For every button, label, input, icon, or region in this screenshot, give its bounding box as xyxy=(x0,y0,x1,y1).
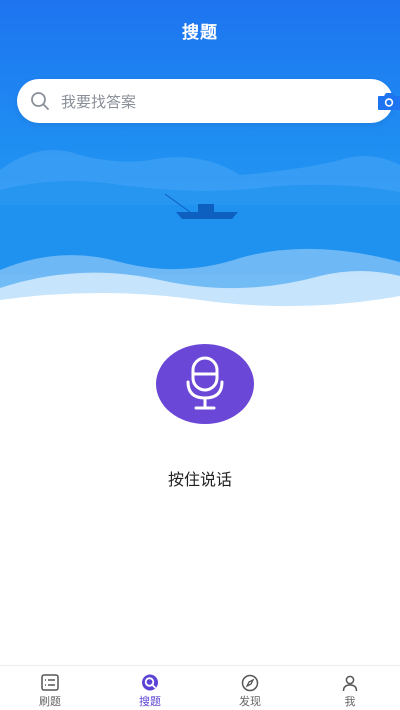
search-input[interactable]: 我要找答案 xyxy=(61,91,136,112)
tab-search-label: 搜题 xyxy=(139,695,161,708)
tab-discover-label: 发现 xyxy=(239,695,261,708)
list-icon xyxy=(40,673,60,693)
search-bubble-icon xyxy=(140,673,160,693)
tab-me[interactable]: 我 xyxy=(300,666,400,710)
tab-me-label: 我 xyxy=(344,695,356,708)
tab-practice[interactable]: 刷题 xyxy=(0,666,100,710)
tab-search[interactable]: 搜题 xyxy=(100,666,200,710)
tab-discover[interactable]: 发现 xyxy=(200,666,300,710)
microphone-icon xyxy=(186,356,224,410)
hold-to-speak-label: 按住说话 xyxy=(167,470,232,489)
hero-banner: 搜题 我要找答案 xyxy=(0,0,400,320)
compass-icon xyxy=(240,673,260,693)
tab-practice-label: 刷题 xyxy=(39,695,61,708)
hero-landscape-illustration xyxy=(0,150,400,320)
bottom-tab-bar: 刷题 搜题 发现 我 xyxy=(0,665,400,710)
page-title: 搜题 xyxy=(182,23,218,43)
search-bar[interactable]: 我要找答案 xyxy=(17,79,400,123)
person-icon xyxy=(340,673,360,693)
microphone-button[interactable] xyxy=(156,344,254,424)
